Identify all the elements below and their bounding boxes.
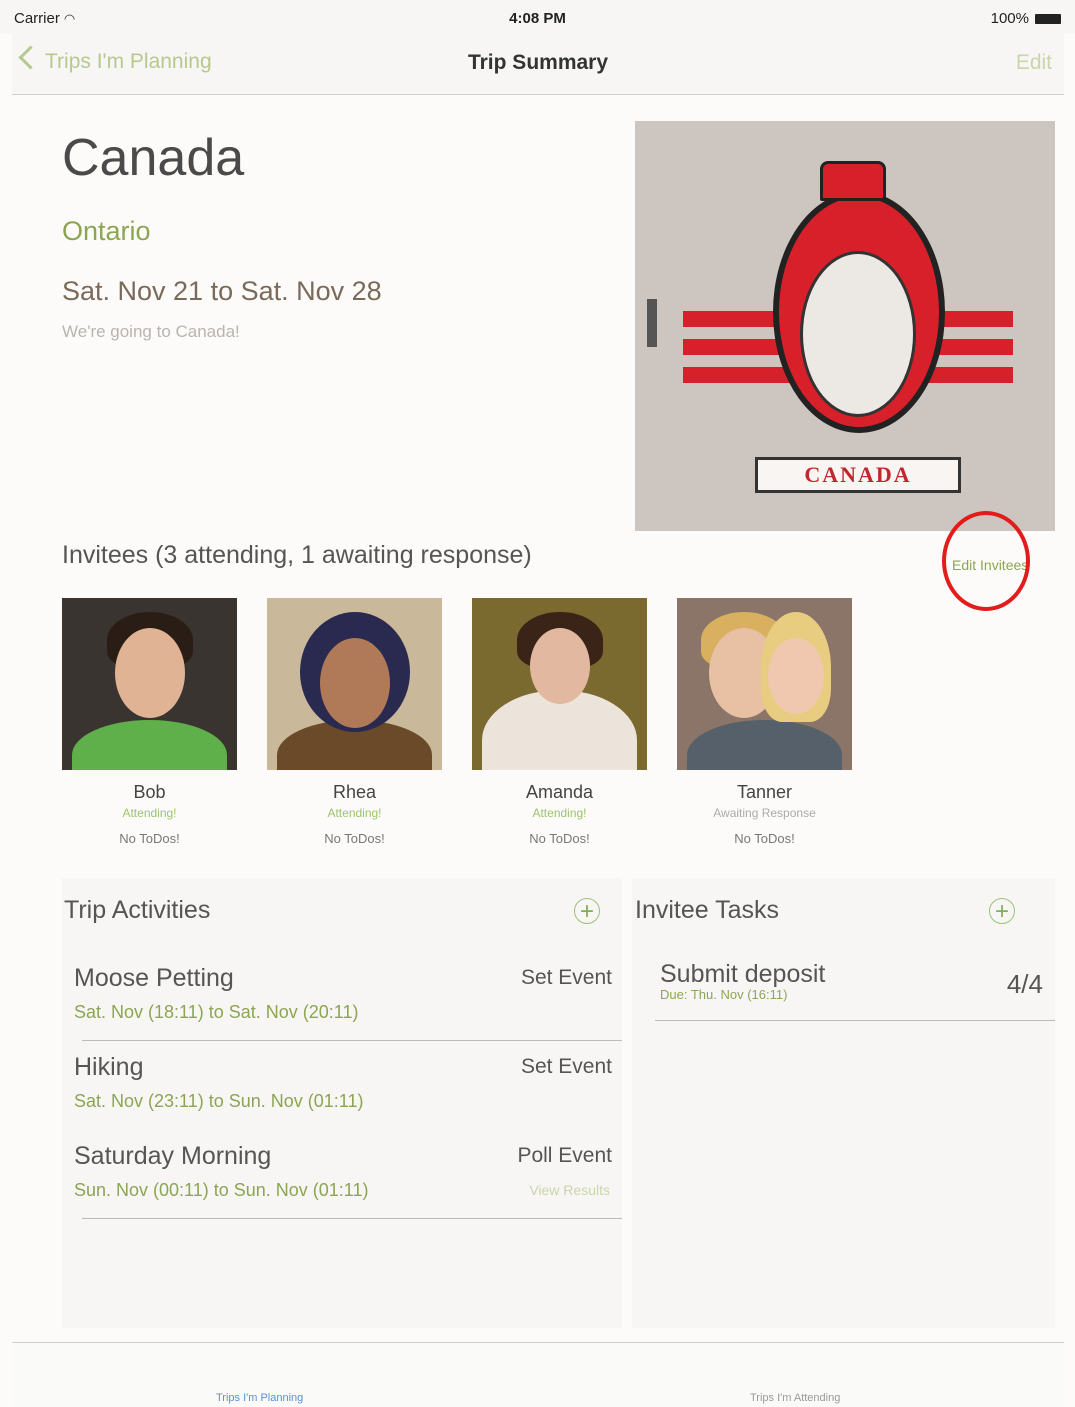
task-due: Due: Thu. Nov (16:11) <box>660 987 788 1002</box>
avatar-face <box>529 628 590 704</box>
add-task-button[interactable]: + <box>989 898 1015 924</box>
avatar-face <box>768 638 824 714</box>
invitee-card-rhea[interactable]: Rhea Attending! No ToDos! <box>267 598 442 846</box>
task-row[interactable]: Submit deposit Due: Thu. Nov (16:11) 4/4 <box>655 955 1055 1021</box>
activity-row[interactable]: Hiking Sat. Nov (23:11) to Sun. Nov (01:… <box>62 1041 622 1130</box>
invitee-card-tanner[interactable]: Tanner Awaiting Response No ToDos! <box>677 598 852 846</box>
invitee-todos: No ToDos! <box>734 831 795 846</box>
activities-title: Trip Activities <box>64 896 211 924</box>
avatar-face <box>114 628 185 718</box>
tasks-title: Invitee Tasks <box>635 896 780 924</box>
tab-bar: Trips I'm Planning Trips I'm Attending <box>12 1342 1064 1407</box>
add-activity-button[interactable]: + <box>574 898 600 924</box>
beaver-figure <box>800 251 916 417</box>
edit-invitees-button[interactable]: Edit Invitees <box>952 557 1028 573</box>
invitee-todos: No ToDos! <box>324 831 385 846</box>
activity-name: Saturday Morning <box>74 1142 272 1170</box>
avatar <box>62 598 237 770</box>
activity-row[interactable]: Saturday Morning Sun. Nov (00:11) to Sun… <box>62 1130 622 1219</box>
status-time: 4:08 PM <box>509 10 566 27</box>
trip-description: We're going to Canada! <box>62 322 240 341</box>
set-event-button[interactable]: Set Event <box>521 1055 612 1079</box>
activity-time: Sat. Nov (18:11) to Sat. Nov (20:11) <box>74 1002 359 1022</box>
activity-time: Sat. Nov (23:11) to Sun. Nov (01:11) <box>74 1091 364 1111</box>
invitees-header: Invitees (3 attending, 1 awaiting respon… <box>62 541 532 569</box>
activity-time: Sun. Nov (00:11) to Sun. Nov (01:11) <box>74 1180 369 1200</box>
activity-row[interactable]: Moose Petting Sat. Nov (18:11) to Sat. N… <box>62 952 622 1041</box>
image-banner: CANADA <box>755 457 961 493</box>
page-title: Trip Summary <box>467 51 609 74</box>
navigation-bar: Trips I'm Planning Trip Summary Edit <box>12 34 1064 95</box>
invitee-status: Attending! <box>327 806 382 820</box>
trip-region: Ontario <box>62 216 151 246</box>
avatar-shirt <box>687 720 842 770</box>
invitee-name: Amanda <box>525 782 594 802</box>
tab-trips-planning[interactable]: Trips I'm Planning <box>216 1392 303 1404</box>
invitee-status: Attending! <box>532 806 587 820</box>
avatar <box>267 598 442 770</box>
avatar <box>677 598 852 770</box>
task-name: Submit deposit <box>660 960 826 988</box>
poll-event-button[interactable]: Poll Event <box>517 1144 612 1168</box>
avatar <box>472 598 647 770</box>
status-bar: Carrier ◠ 4:08 PM 100% <box>0 0 1075 34</box>
trip-name: Canada <box>62 129 245 187</box>
row-divider <box>82 1218 622 1219</box>
invitee-todos: No ToDos! <box>529 831 590 846</box>
edit-button[interactable]: Edit <box>1016 51 1052 75</box>
invitee-name: Tanner <box>736 782 793 802</box>
battery-percent: 100% <box>990 10 1029 27</box>
crown-icon <box>820 161 886 201</box>
avatar-face <box>319 638 390 728</box>
task-count: 4/4 <box>1006 969 1043 999</box>
tasks-panel <box>632 878 1055 1328</box>
invitee-card-bob[interactable]: Bob Attending! No ToDos! <box>62 598 237 846</box>
set-event-button[interactable]: Set Event <box>521 966 612 990</box>
trip-dates: Sat. Nov 21 to Sat. Nov 28 <box>62 276 382 306</box>
invitee-status: Attending! <box>122 806 177 820</box>
invitee-todos: No ToDos! <box>119 831 180 846</box>
invitee-name: Rhea <box>332 782 377 802</box>
row-divider <box>655 1020 1055 1021</box>
view-results-link[interactable]: View Results <box>529 1182 610 1198</box>
invitee-name: Bob <box>133 782 166 802</box>
activity-name: Moose Petting <box>74 964 234 992</box>
side-tag <box>647 299 657 347</box>
invitee-card-amanda[interactable]: Amanda Attending! No ToDos! <box>472 598 647 846</box>
invitee-status: Awaiting Response <box>713 806 816 820</box>
tab-trips-attending[interactable]: Trips I'm Attending <box>750 1392 840 1404</box>
activity-name: Hiking <box>74 1053 144 1081</box>
battery-indicator: 100% <box>991 10 1061 27</box>
avatar-shirt <box>72 720 227 770</box>
battery-icon <box>1035 14 1061 25</box>
trip-image: CANADA <box>635 121 1055 531</box>
